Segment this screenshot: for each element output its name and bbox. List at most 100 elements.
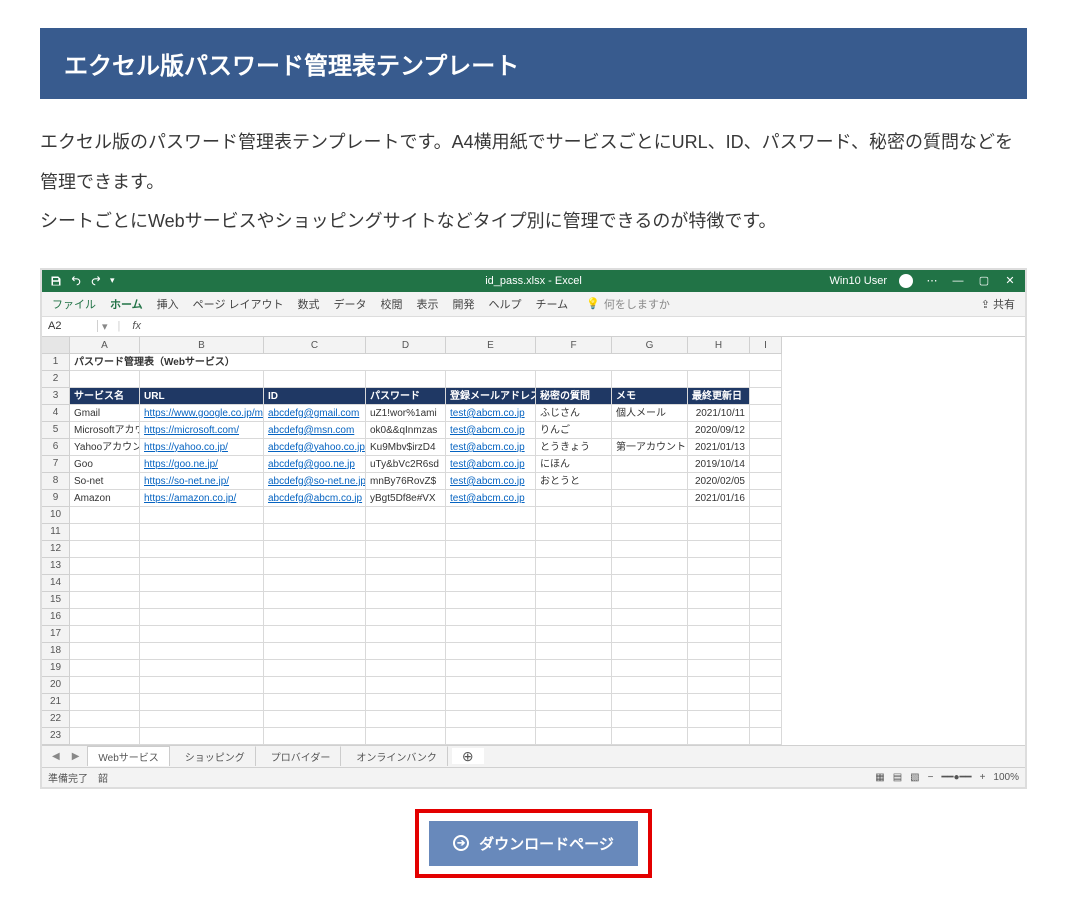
sheet-tab: ショッピング xyxy=(174,746,256,766)
table-row-empty: 13 xyxy=(42,558,1025,575)
ribbon-tab-review: 校閲 xyxy=(381,296,403,312)
cell-url: https://yahoo.co.jp/ xyxy=(140,439,264,456)
col-head: B xyxy=(140,337,264,354)
row-head: 2 xyxy=(42,371,70,388)
cell-memo xyxy=(612,490,688,507)
page-title-bar: エクセル版パスワード管理表テンプレート xyxy=(40,28,1027,99)
cell-question xyxy=(536,490,612,507)
cell-question: ふじさん xyxy=(536,405,612,422)
col-head: H xyxy=(688,337,750,354)
table-row: 9Amazonhttps://amazon.co.jp/abcdefg@abcm… xyxy=(42,490,1025,507)
sheet-tab-active: Webサービス xyxy=(87,746,169,766)
cell-service: Goo xyxy=(70,456,140,473)
table-row-empty: 14 xyxy=(42,575,1025,592)
col-head: G xyxy=(612,337,688,354)
undo-icon xyxy=(70,275,82,287)
sheet-nav-prev-icon: ◀ xyxy=(48,751,64,762)
redo-icon xyxy=(90,275,102,287)
row-head: 16 xyxy=(42,609,70,626)
cell-service: So-net xyxy=(70,473,140,490)
th-url: URL xyxy=(140,388,264,405)
cell-mail: test@abcm.co.jp xyxy=(446,490,536,507)
table-row-empty: 18 xyxy=(42,643,1025,660)
th-service: サービス名 xyxy=(70,388,140,405)
add-sheet-icon: ⊕ xyxy=(452,748,484,764)
cell-mail: test@abcm.co.jp xyxy=(446,405,536,422)
cell-date: 2021/01/16 xyxy=(688,490,750,507)
save-icon xyxy=(50,275,62,287)
table-row: 7Goohttps://goo.ne.jp/abcdefg@goo.ne.jpu… xyxy=(42,456,1025,473)
minimize-icon: — xyxy=(951,275,965,287)
row-head: 9 xyxy=(42,490,70,507)
ribbon-tab-help: ヘルプ xyxy=(489,296,522,312)
cell-mail: test@abcm.co.jp xyxy=(446,456,536,473)
description-p1: エクセル版のパスワード管理表テンプレートです。A4横用紙でサービスごとにURL、… xyxy=(40,123,1027,202)
excel-user: Win10 User xyxy=(830,275,887,287)
ribbon-tab-data: データ xyxy=(334,296,367,312)
cell-id: abcdefg@yahoo.co.jp xyxy=(264,439,366,456)
cell-mail: test@abcm.co.jp xyxy=(446,422,536,439)
row-head: 10 xyxy=(42,507,70,524)
tell-me-label: 何をしますか xyxy=(604,296,670,312)
excel-ribbon: ファイル ホーム 挿入 ページ レイアウト 数式 データ 校閲 表示 開発 ヘル… xyxy=(42,292,1025,317)
cell-date: 2020/09/12 xyxy=(688,422,750,439)
ribbon-tab-team: チーム xyxy=(536,296,569,312)
namebox-chevron-icon: ▾ xyxy=(98,320,112,333)
cell-password: uZ1!wor%1ami xyxy=(366,405,446,422)
view-normal-icon: ▦ xyxy=(875,772,884,783)
arrow-right-icon: ➔ xyxy=(453,835,469,851)
cell-password: yBgt5Df8e#VX xyxy=(366,490,446,507)
col-head: E xyxy=(446,337,536,354)
row-head: 20 xyxy=(42,677,70,694)
cell-id: abcdefg@abcm.co.jp xyxy=(264,490,366,507)
excel-grid: A B C D E F G H I 1 パスワード管理表（Webサービス） 2 … xyxy=(42,337,1025,745)
cell-memo xyxy=(612,422,688,439)
avatar-icon xyxy=(899,274,913,288)
row-head: 18 xyxy=(42,643,70,660)
excel-sheet-tabs: ◀ ▶ Webサービス ショッピング プロバイダー オンラインバンク ⊕ xyxy=(42,745,1025,767)
th-password: パスワード xyxy=(366,388,446,405)
table-row-empty: 20 xyxy=(42,677,1025,694)
cell-memo: 個人メール xyxy=(612,405,688,422)
cell-id: abcdefg@goo.ne.jp xyxy=(264,456,366,473)
col-head: I xyxy=(750,337,782,354)
cell-question: おとうと xyxy=(536,473,612,490)
table-row-empty: 21 xyxy=(42,694,1025,711)
view-page-icon: ▤ xyxy=(893,772,902,783)
row-head: 23 xyxy=(42,728,70,745)
cell-mail: test@abcm.co.jp xyxy=(446,439,536,456)
table-row-empty: 15 xyxy=(42,592,1025,609)
col-head: F xyxy=(536,337,612,354)
cell-password: mnBy76RovZ$ xyxy=(366,473,446,490)
excel-titlebar: ▾ id_pass.xlsx - Excel Win10 User ⋯ — ▢ … xyxy=(42,270,1025,292)
table-row-empty: 16 xyxy=(42,609,1025,626)
zoom-in-icon: + xyxy=(980,772,986,783)
excel-status-bar: 準備完了 韶 ▦ ▤ ▧ − ━━●━━ + 100% xyxy=(42,767,1025,787)
cell-date: 2019/10/14 xyxy=(688,456,750,473)
cell-question: にほん xyxy=(536,456,612,473)
col-head: C xyxy=(264,337,366,354)
table-row-empty: 23 xyxy=(42,728,1025,745)
th-id: ID xyxy=(264,388,366,405)
cell-url: https://microsoft.com/ xyxy=(140,422,264,439)
table-row-empty: 22 xyxy=(42,711,1025,728)
maximize-icon: ▢ xyxy=(977,274,991,287)
row-head: 11 xyxy=(42,524,70,541)
row-head: 19 xyxy=(42,660,70,677)
description-p2: シートごとにWebサービスやショッピングサイトなどタイプ別に管理できるのが特徴で… xyxy=(40,202,1027,242)
ribbon-opts-icon: ⋯ xyxy=(925,274,939,287)
cell-url: https://so-net.ne.jp/ xyxy=(140,473,264,490)
ribbon-tab-file: ファイル xyxy=(52,296,96,312)
cell-url: https://amazon.co.jp/ xyxy=(140,490,264,507)
close-icon: ✕ xyxy=(1003,274,1017,287)
ribbon-tab-formulas: 数式 xyxy=(298,296,320,312)
row-head: 15 xyxy=(42,592,70,609)
cell-url: https://www.google.co.jp/mail/ xyxy=(140,405,264,422)
table-row: 5Microsoftアカウントhttps://microsoft.com/abc… xyxy=(42,422,1025,439)
status-ext: 韶 xyxy=(98,770,108,785)
cell-service: Gmail xyxy=(70,405,140,422)
download-page-button[interactable]: ➔ ダウンロードページ xyxy=(429,821,638,866)
page-title: エクセル版パスワード管理表テンプレート xyxy=(64,53,519,80)
cell-password: Ku9Mbv$irzD4 xyxy=(366,439,446,456)
table-row: 6Yahooアカウントhttps://yahoo.co.jp/abcdefg@y… xyxy=(42,439,1025,456)
